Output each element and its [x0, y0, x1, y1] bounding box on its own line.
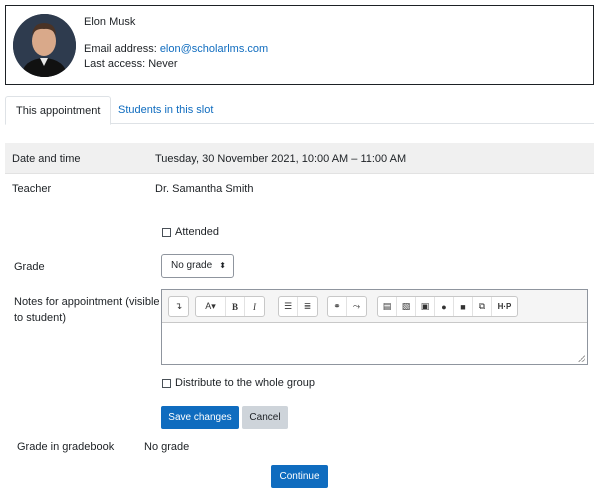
- distribute-label[interactable]: Distribute to the whole group: [175, 377, 315, 389]
- attended-row: Attended: [162, 226, 219, 238]
- save-changes-button[interactable]: Save changes: [161, 406, 239, 429]
- copy-icon[interactable]: ⧉: [473, 297, 492, 316]
- bold-icon[interactable]: B: [226, 297, 245, 316]
- user-card: Elon Musk Email address: elon@scholarlms…: [5, 5, 594, 85]
- select-caret-icon: ⬍: [219, 261, 226, 270]
- user-email-line: Email address: elon@scholarlms.com: [84, 43, 268, 55]
- date-time-label: Date and time: [12, 153, 81, 165]
- paragraph-direction-icon[interactable]: ↴: [169, 297, 188, 316]
- email-link[interactable]: elon@scholarlms.com: [160, 43, 268, 55]
- user-last-access: Last access: Never: [84, 58, 178, 70]
- record-audio-icon[interactable]: ●: [435, 297, 454, 316]
- toolbar-group-links: ⚭ ⤳: [327, 296, 367, 317]
- user-name: Elon Musk: [84, 16, 136, 28]
- resize-grip-icon[interactable]: [578, 355, 585, 362]
- toolbar-group-direction: ↴: [168, 296, 189, 317]
- bullet-list-icon[interactable]: ☰: [279, 297, 298, 316]
- record-video-icon[interactable]: ■: [454, 297, 473, 316]
- grade-select[interactable]: No grade ⬍: [161, 254, 234, 278]
- unlink-icon[interactable]: ⤳: [347, 297, 366, 316]
- date-time-value: Tuesday, 30 November 2021, 10:00 AM – 11…: [155, 153, 407, 165]
- access-value: Never: [148, 58, 178, 70]
- gradebook-label: Grade in gradebook: [17, 441, 115, 453]
- numbered-list-icon[interactable]: ≣: [298, 297, 317, 316]
- grade-select-value: No grade: [171, 260, 213, 271]
- h5p-icon[interactable]: H·P: [492, 297, 517, 316]
- email-label: Email address:: [84, 43, 160, 55]
- gradebook-value: No grade: [144, 441, 190, 453]
- tab-bar: This appointment Students in this slot: [5, 96, 594, 125]
- grade-label: Grade: [14, 261, 45, 273]
- toolbar-group-lists: ☰ ≣: [278, 296, 318, 317]
- access-label: Last access:: [84, 58, 149, 70]
- teacher-value: Dr. Samantha Smith: [155, 183, 254, 195]
- notes-editor: ↴ A▾ B I ☰ ≣ ⚭ ⤳ ▤ ▧ ▣ ● ■ ⧉ H·P: [161, 289, 588, 365]
- media-icon[interactable]: ▣: [416, 297, 435, 316]
- continue-button[interactable]: Continue: [271, 465, 328, 488]
- toolbar-group-format: A▾ B I: [195, 296, 265, 317]
- toolbar-group-insert: ▤ ▧ ▣ ● ■ ⧉ H·P: [377, 296, 518, 317]
- notes-label-line1: Notes for appointment (visible: [14, 296, 160, 308]
- tab-students-in-slot[interactable]: Students in this slot: [108, 96, 223, 124]
- distribute-checkbox[interactable]: [162, 378, 171, 388]
- notes-label-line2: to student): [14, 312, 66, 324]
- cancel-button[interactable]: Cancel: [242, 406, 288, 429]
- word-import-icon[interactable]: ▤: [378, 297, 397, 316]
- link-icon[interactable]: ⚭: [328, 297, 347, 316]
- notes-textarea[interactable]: [162, 324, 587, 365]
- avatar[interactable]: [13, 14, 76, 77]
- tab-this-appointment[interactable]: This appointment: [5, 96, 112, 125]
- attended-checkbox[interactable]: [162, 227, 171, 237]
- editor-toolbar: ↴ A▾ B I ☰ ≣ ⚭ ⤳ ▤ ▧ ▣ ● ■ ⧉ H·P: [162, 290, 587, 323]
- teacher-label: Teacher: [12, 183, 52, 195]
- italic-icon[interactable]: I: [245, 297, 264, 316]
- image-icon[interactable]: ▧: [397, 297, 416, 316]
- attended-label[interactable]: Attended: [175, 226, 219, 238]
- font-color-icon[interactable]: A▾: [196, 297, 226, 316]
- notes-label: Notes for appointment (visible to studen…: [14, 294, 160, 326]
- distribute-row: Distribute to the whole group: [162, 377, 315, 389]
